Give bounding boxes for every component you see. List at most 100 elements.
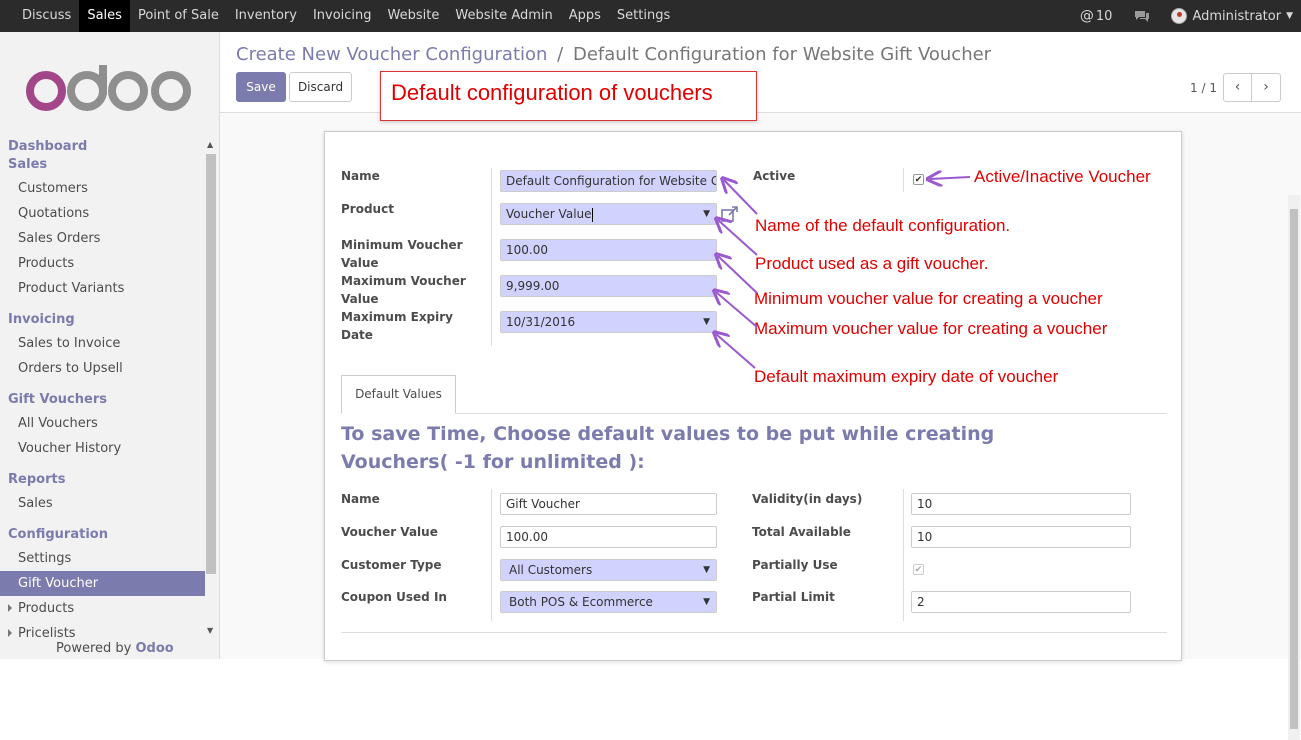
powered-by: Powered by Odoo	[56, 641, 174, 656]
save-button[interactable]: Save	[236, 72, 286, 102]
menu-website[interactable]: Website	[380, 0, 448, 32]
sidebar-header-reports: Reports	[8, 472, 66, 487]
defaults-title: To save Time, Choose default values to b…	[341, 423, 995, 473]
sidebar-header-gift-vouchers: Gift Vouchers	[8, 392, 107, 407]
menu-apps[interactable]: Apps	[561, 0, 609, 32]
active-checkbox[interactable]: ✔	[913, 174, 924, 185]
caret-down-icon: ▼	[703, 565, 710, 575]
sidebar-item-settings[interactable]: Settings	[0, 546, 205, 571]
coupon-used-select[interactable]: Both POS & Ecommerce ▼	[500, 591, 717, 613]
breadcrumb: Create New Voucher Configuration / Defau…	[236, 44, 991, 65]
validity-label: Validity(in days)	[752, 492, 863, 506]
scroll-up-icon[interactable]: ▲	[207, 140, 213, 149]
content-scrollbar[interactable]	[1288, 195, 1300, 740]
menu-inventory[interactable]: Inventory	[227, 0, 305, 32]
sidebar-item-sales-to-invoice[interactable]: Sales to Invoice	[0, 331, 205, 356]
total-available-input[interactable]: 10	[911, 526, 1131, 548]
menu-settings[interactable]: Settings	[609, 0, 678, 32]
annotation-expiry: Default maximum expiry date of voucher	[754, 367, 1059, 386]
sidebar-header-dashboard[interactable]: Dashboard	[0, 138, 205, 156]
sidebar-item-products-expand[interactable]: Products	[0, 596, 205, 621]
product-select[interactable]: Voucher Value ▼	[500, 203, 717, 225]
notification-button[interactable]: @ 10	[1080, 8, 1113, 24]
scroll-thumb[interactable]	[1290, 209, 1298, 729]
caret-right-icon	[8, 629, 12, 637]
partially-use-label: Partially Use	[752, 558, 838, 572]
pager-prev-button[interactable]: ‹	[1223, 73, 1252, 102]
odoo-logo	[26, 63, 194, 117]
expiry-date-value: 10/31/2016	[506, 315, 576, 329]
discard-button[interactable]: Discard	[289, 72, 352, 102]
partially-use-checkbox[interactable]: ✔	[913, 564, 924, 575]
sidebar-item-orders-to-upsell[interactable]: Orders to Upsell	[0, 356, 205, 381]
annotation-name: Name of the default configuration.	[755, 216, 1011, 235]
voucher-value-input[interactable]: 100.00	[500, 526, 717, 548]
notification-count: 10	[1095, 8, 1113, 24]
at-icon: @	[1079, 8, 1094, 24]
sidebar-item-product-variants[interactable]: Product Variants	[0, 276, 205, 301]
customer-type-label: Customer Type	[341, 558, 442, 572]
voucher-value-label: Voucher Value	[341, 525, 438, 539]
menu-invoicing[interactable]: Invoicing	[305, 0, 380, 32]
sidebar-item-customers[interactable]: Customers	[0, 176, 205, 201]
sidebar-item-products[interactable]: Products	[0, 251, 205, 276]
customer-type-value: All Customers	[509, 563, 593, 577]
caret-down-icon: ▼	[703, 317, 710, 327]
partial-limit-input[interactable]: 2	[911, 591, 1131, 613]
pager-value: 1 / 1	[1190, 80, 1217, 95]
user-name: Administrator	[1192, 8, 1282, 24]
breadcrumb-parent[interactable]: Create New Voucher Configuration	[236, 44, 547, 65]
scroll-thumb[interactable]	[206, 154, 216, 574]
sidebar-item-gift-voucher[interactable]: Gift Voucher	[0, 571, 205, 596]
sidebar-item-sales-orders[interactable]: Sales Orders	[0, 226, 205, 251]
max-voucher-label: Maximum Voucher Value	[341, 272, 466, 308]
default-name-input[interactable]: Gift Voucher	[500, 493, 717, 515]
expiry-date-input[interactable]: 10/31/2016 ▼	[500, 311, 717, 333]
max-voucher-input[interactable]: 9,999.00	[500, 275, 717, 297]
chat-icon[interactable]	[1134, 10, 1150, 22]
main-content: Create New Voucher Configuration / Defau…	[220, 32, 1301, 740]
max-expiry-label-line1: Maximum Expiry	[341, 310, 454, 324]
sidebar-item-label: Pricelists	[18, 626, 76, 641]
min-voucher-label-line2: Value	[341, 256, 379, 270]
sidebar-item-quotations[interactable]: Quotations	[0, 201, 205, 226]
name-input[interactable]: Default Configuration for Website Gi	[500, 170, 717, 192]
customer-type-select[interactable]: All Customers ▼	[500, 559, 717, 581]
bottom-divider	[341, 632, 1167, 633]
annotation-active: Active/Inactive Voucher	[974, 167, 1151, 186]
form-sheet: Name Default Configuration for Website G…	[324, 131, 1182, 661]
pager: 1 / 1 ‹ ›	[1190, 73, 1281, 102]
max-voucher-label-line1: Maximum Voucher	[341, 274, 466, 288]
product-value: Voucher Value	[506, 207, 592, 221]
sidebar: Dashboard Sales Customers Quotations Sal…	[0, 32, 220, 659]
sidebar-header-invoicing: Invoicing	[8, 312, 75, 327]
powered-by-brand[interactable]: Odoo	[136, 641, 174, 656]
annotation-min: Minimum voucher value for creating a vou…	[754, 289, 1103, 308]
group-separator	[903, 168, 904, 192]
sidebar-item-all-vouchers[interactable]: All Vouchers	[0, 411, 205, 436]
breadcrumb-current: Default Configuration for Website Gift V…	[572, 44, 992, 65]
user-menu[interactable]: Administrator ▼	[1171, 8, 1293, 24]
annotation-title-box: Default configuration of vouchers	[380, 71, 757, 121]
menu-sales[interactable]: Sales	[79, 0, 130, 32]
menu-website-admin[interactable]: Website Admin	[447, 0, 560, 32]
active-label: Active	[753, 169, 796, 183]
sidebar-item-voucher-history[interactable]: Voucher History	[0, 436, 205, 461]
sidebar-header-sales: Sales	[8, 157, 48, 172]
menu-point-of-sale[interactable]: Point of Sale	[130, 0, 227, 32]
pager-next-button[interactable]: ›	[1252, 73, 1281, 102]
scroll-down-icon[interactable]: ▼	[207, 626, 213, 635]
tab-default-values[interactable]: Default Values	[341, 375, 456, 414]
sidebar-nav: Dashboard Sales Customers Quotations Sal…	[0, 138, 205, 646]
sidebar-item-reports-sales[interactable]: Sales	[0, 491, 205, 516]
annotation-max: Maximum voucher value for creating a vou…	[754, 319, 1108, 338]
min-voucher-input[interactable]: 100.00	[500, 239, 717, 261]
external-link-icon[interactable]	[721, 205, 738, 222]
sidebar-header-configuration: Configuration	[8, 527, 108, 542]
max-expiry-label: Maximum Expiry Date	[341, 308, 453, 344]
max-voucher-label-line2: Value	[341, 292, 379, 306]
breadcrumb-separator: /	[557, 44, 564, 65]
sidebar-scrollbar[interactable]: ▲ ▼	[205, 140, 217, 640]
validity-input[interactable]: 10	[911, 493, 1131, 515]
menu-discuss[interactable]: Discuss	[14, 0, 79, 32]
